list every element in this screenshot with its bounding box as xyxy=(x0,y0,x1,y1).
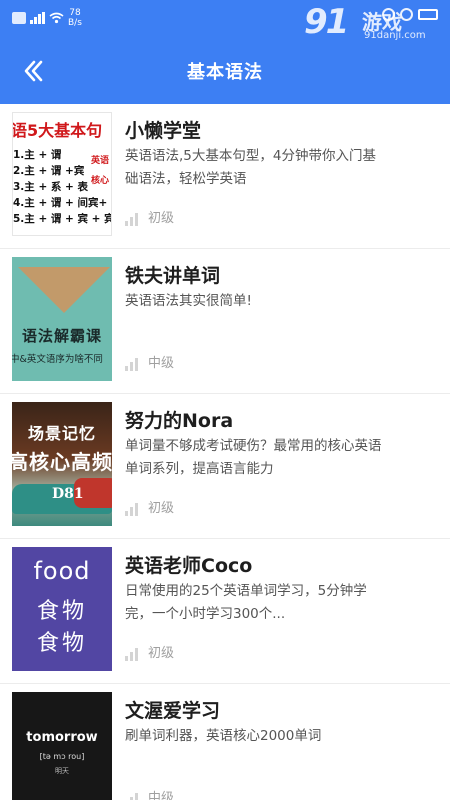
watermark-number: 91 xyxy=(304,2,349,42)
thumbnail-line: 4.主 + 谓 + 间宾+ xyxy=(13,197,108,209)
network-speed-unit: B/s xyxy=(68,18,82,28)
thumbnail-translation: 食物 xyxy=(36,599,87,624)
level-bars-icon xyxy=(125,648,138,661)
level-label: 中级 xyxy=(148,356,175,371)
level-label: 初级 xyxy=(148,646,175,661)
course-card[interactable]: tomorrow [tə mɔ rou] 明天 文渥爱学习 刷单词利器，英语核心… xyxy=(0,684,450,800)
course-thumbnail: tomorrow [tə mɔ rou] 明天 xyxy=(12,692,112,800)
course-description: 日常使用的25个英语单词学习，5分钟学完，一个小时学习300个... xyxy=(125,583,367,622)
course-thumbnail: food 食物 食物 xyxy=(12,547,112,671)
network-speed-value: 78 xyxy=(69,8,81,18)
thumbnail-line: 5.主 + 谓 + 宾 + 宾 xyxy=(13,213,112,225)
thumbnail-phonetic: [tə mɔ rou] xyxy=(39,752,85,761)
wifi-icon xyxy=(49,12,64,24)
thumbnail-word: tomorrow xyxy=(26,730,98,745)
course-description: 单词量不够成考试硬伤？最常用的核心英语单词系列，提高语言能力 xyxy=(125,438,382,477)
course-level: 初级 xyxy=(125,502,174,516)
level-bars-icon xyxy=(125,358,138,371)
thumbnail-line: 3.主 + 系 + 表 xyxy=(13,181,89,193)
course-card[interactable]: 语5大基本句 1.主 + 谓 2.主 + 谓 +宾 3.主 + 系 + 表 4.… xyxy=(0,104,450,249)
thumbnail-line: 1.主 + 谓 xyxy=(13,149,62,161)
level-label: 初级 xyxy=(148,211,175,226)
thumbnail-translation: 食物 xyxy=(36,631,87,656)
thumbnail-heading: 语5大基本句 xyxy=(12,121,103,140)
course-author: 小懒学堂 xyxy=(125,120,202,142)
level-bars-icon xyxy=(125,793,138,800)
thumbnail-subtitle: 中&英文语序为啥不同 xyxy=(12,354,103,365)
course-card[interactable]: food 食物 食物 英语老师Coco 日常使用的25个英语单词学习，5分钟学完… xyxy=(0,539,450,684)
course-thumbnail: 语法解霸课 中&英文语序为啥不同 xyxy=(12,257,112,381)
level-label: 中级 xyxy=(148,791,175,800)
course-author: 努力的Nora xyxy=(125,410,234,432)
course-author: 英语老师Coco xyxy=(125,555,253,577)
course-description: 英语语法其实很简单! xyxy=(125,293,252,309)
thumbnail-line: 高核心高频 xyxy=(12,450,112,474)
course-level: 初级 xyxy=(125,647,174,661)
sim-icon xyxy=(12,12,26,24)
level-label: 初级 xyxy=(148,501,175,516)
course-thumbnail: 语5大基本句 1.主 + 谓 2.主 + 谓 +宾 3.主 + 系 + 表 4.… xyxy=(12,112,112,236)
course-card[interactable]: 场景记忆 高核心高频 D81 努力的Nora 单词量不够成考试硬伤？最常用的核心… xyxy=(0,394,450,539)
thumbnail-side-label: 核心 xyxy=(90,176,109,186)
thumbnail-line: 2.主 + 谓 +宾 xyxy=(13,165,85,177)
level-bars-icon xyxy=(125,213,138,226)
thumbnail-word: food xyxy=(33,557,91,585)
course-level: 初级 xyxy=(125,212,174,226)
course-level: 中级 xyxy=(125,357,174,371)
thumbnail-translation: 明天 xyxy=(55,767,69,775)
status-left: 78 B/s xyxy=(12,8,82,28)
site-watermark: 91 游戏 91danji.com xyxy=(304,2,444,42)
watermark-url: 91danji.com xyxy=(364,30,426,41)
thumbnail-title: 语法解霸课 xyxy=(22,327,103,345)
thumbnail-line: D81 xyxy=(52,486,84,502)
course-list: 语5大基本句 1.主 + 谓 2.主 + 谓 +宾 3.主 + 系 + 表 4.… xyxy=(0,104,450,800)
course-thumbnail: 场景记忆 高核心高频 D81 xyxy=(12,402,112,526)
network-speed: 78 B/s xyxy=(68,8,82,28)
course-author: 铁夫讲单词 xyxy=(125,265,221,287)
thumbnail-side-label: 英语 xyxy=(90,156,109,166)
signal-icon xyxy=(30,12,45,24)
course-author: 文渥爱学习 xyxy=(125,700,221,722)
course-level: 中级 xyxy=(125,792,174,800)
pyramid-graphic xyxy=(18,267,110,313)
header-bar: 78 B/s 91 游戏 91danji.com 基本语法 xyxy=(0,0,450,104)
course-card[interactable]: 语法解霸课 中&英文语序为啥不同 铁夫讲单词 英语语法其实很简单! 中级 xyxy=(0,249,450,394)
thumbnail-line: 场景记忆 xyxy=(28,424,97,443)
course-description: 刷单词利器，英语核心2000单词 xyxy=(125,728,322,744)
page-title: 基本语法 xyxy=(187,62,263,83)
course-description: 英语语法,5大基本句型，4分钟带你入门基础语法，轻松学英语 xyxy=(125,148,376,187)
level-bars-icon xyxy=(125,503,138,516)
